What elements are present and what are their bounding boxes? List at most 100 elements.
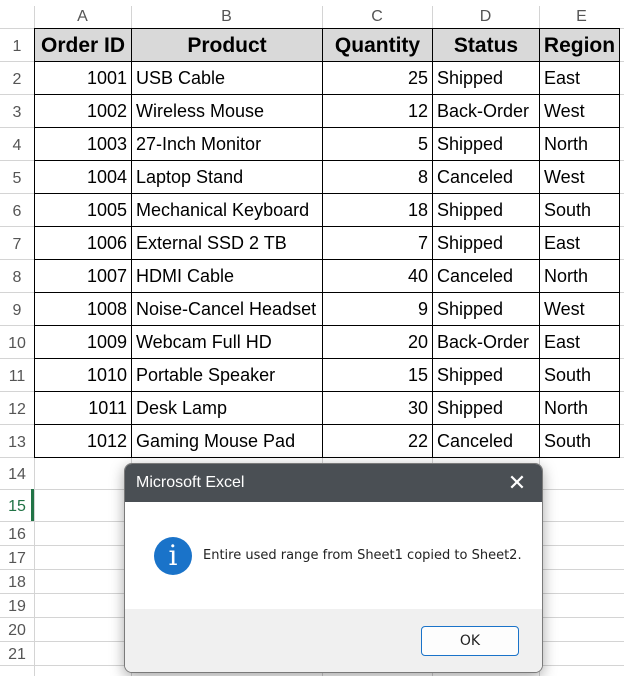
table-cell[interactable]: Wireless Mouse [136, 95, 322, 127]
row-header[interactable]: 6 [0, 193, 34, 226]
table-cell[interactable]: 1012 [35, 425, 127, 457]
table-cell[interactable]: Mechanical Keyboard [136, 194, 322, 226]
table-cell[interactable]: West [544, 95, 619, 127]
row-header[interactable]: 2 [0, 61, 34, 94]
row-header[interactable]: 15 [0, 489, 34, 521]
table-cell[interactable]: 9 [323, 293, 428, 325]
table-cell[interactable]: USB Cable [136, 62, 322, 94]
column-header[interactable]: E [539, 6, 624, 28]
table-cell[interactable]: Noise-Cancel Headset [136, 293, 322, 325]
table-cell[interactable]: 20 [323, 326, 428, 358]
table-cell[interactable]: Shipped [437, 194, 539, 226]
table-cell[interactable]: 1004 [35, 161, 127, 193]
table-cell[interactable]: South [544, 359, 619, 391]
close-icon[interactable]: ✕ [504, 470, 530, 496]
table-cell[interactable]: 7 [323, 227, 428, 259]
row-header[interactable]: 18 [0, 569, 34, 593]
row-header[interactable]: 14 [0, 457, 34, 489]
table-cell[interactable]: 8 [323, 161, 428, 193]
table-cell[interactable]: North [544, 392, 619, 424]
table-border-vertical [322, 28, 323, 458]
table-cell[interactable]: South [544, 425, 619, 457]
row-header[interactable]: 4 [0, 127, 34, 160]
table-cell[interactable]: 18 [323, 194, 428, 226]
row-header[interactable]: 20 [0, 617, 34, 641]
column-header[interactable]: B [131, 6, 322, 28]
table-cell[interactable]: West [544, 293, 619, 325]
table-cell[interactable]: Shipped [437, 62, 539, 94]
table-header-cell[interactable]: Product [132, 29, 322, 61]
table-cell[interactable]: North [544, 128, 619, 160]
table-cell[interactable]: 22 [323, 425, 428, 457]
table-cell[interactable]: 1008 [35, 293, 127, 325]
table-cell[interactable]: 40 [323, 260, 428, 292]
table-cell[interactable]: 25 [323, 62, 428, 94]
table-cell[interactable]: Shipped [437, 359, 539, 391]
table-header-cell[interactable]: Quantity [323, 29, 432, 61]
table-cell[interactable]: Back-Order [437, 95, 539, 127]
table-cell[interactable]: 1009 [35, 326, 127, 358]
table-cell[interactable]: HDMI Cable [136, 260, 322, 292]
table-border-horizontal [34, 292, 620, 293]
table-header-cell[interactable]: Order ID [35, 29, 131, 61]
table-cell[interactable]: 1011 [35, 392, 127, 424]
row-header[interactable]: 16 [0, 521, 34, 545]
row-header[interactable]: 3 [0, 94, 34, 127]
table-cell[interactable]: Shipped [437, 227, 539, 259]
table-cell[interactable]: Portable Speaker [136, 359, 322, 391]
table-cell[interactable]: 1003 [35, 128, 127, 160]
table-border-horizontal [34, 226, 620, 227]
table-cell[interactable]: Canceled [437, 260, 539, 292]
row-header[interactable]: 1 [0, 28, 34, 61]
row-header[interactable]: 9 [0, 292, 34, 325]
table-cell[interactable]: 30 [323, 392, 428, 424]
table-cell[interactable]: East [544, 62, 619, 94]
row-header[interactable]: 13 [0, 424, 34, 457]
table-cell[interactable]: 1007 [35, 260, 127, 292]
table-cell[interactable]: Laptop Stand [136, 161, 322, 193]
column-header[interactable]: C [322, 6, 432, 28]
column-header[interactable]: D [432, 6, 539, 28]
table-cell[interactable]: External SSD 2 TB [136, 227, 322, 259]
message-dialog: Microsoft Excel ✕ i Entire used range fr… [124, 463, 543, 673]
table-border-vertical [131, 28, 132, 458]
table-cell[interactable]: East [544, 326, 619, 358]
row-header[interactable]: 8 [0, 259, 34, 292]
table-cell[interactable]: 27-Inch Monitor [136, 128, 322, 160]
table-cell[interactable]: 1001 [35, 62, 127, 94]
row-header[interactable]: 17 [0, 545, 34, 569]
table-cell[interactable]: Shipped [437, 293, 539, 325]
table-cell[interactable]: East [544, 227, 619, 259]
table-cell[interactable]: 1010 [35, 359, 127, 391]
table-header-cell[interactable]: Region [540, 29, 619, 61]
row-header[interactable]: 5 [0, 160, 34, 193]
table-cell[interactable]: Canceled [437, 425, 539, 457]
row-header[interactable]: 7 [0, 226, 34, 259]
table-cell[interactable]: 5 [323, 128, 428, 160]
table-cell[interactable]: West [544, 161, 619, 193]
ok-button[interactable]: OK [421, 626, 519, 656]
table-cell[interactable]: North [544, 260, 619, 292]
row-header[interactable]: 12 [0, 391, 34, 424]
table-cell[interactable]: Canceled [437, 161, 539, 193]
table-cell[interactable]: Shipped [437, 392, 539, 424]
table-cell[interactable]: Desk Lamp [136, 392, 322, 424]
row-header[interactable]: 10 [0, 325, 34, 358]
table-cell[interactable]: South [544, 194, 619, 226]
table-border-vertical [432, 28, 433, 458]
row-header[interactable]: 19 [0, 593, 34, 617]
table-cell[interactable]: Back-Order [437, 326, 539, 358]
table-cell[interactable]: Gaming Mouse Pad [136, 425, 322, 457]
row-header[interactable]: 11 [0, 358, 34, 391]
table-cell[interactable]: 15 [323, 359, 428, 391]
table-cell[interactable]: 1006 [35, 227, 127, 259]
table-border-vertical [619, 28, 620, 458]
table-cell[interactable]: 1005 [35, 194, 127, 226]
table-cell[interactable]: 1002 [35, 95, 127, 127]
table-header-cell[interactable]: Status [433, 29, 539, 61]
table-cell[interactable]: Shipped [437, 128, 539, 160]
column-header[interactable]: A [34, 6, 131, 28]
row-header[interactable]: 21 [0, 641, 34, 665]
table-cell[interactable]: 12 [323, 95, 428, 127]
table-cell[interactable]: Webcam Full HD [136, 326, 322, 358]
